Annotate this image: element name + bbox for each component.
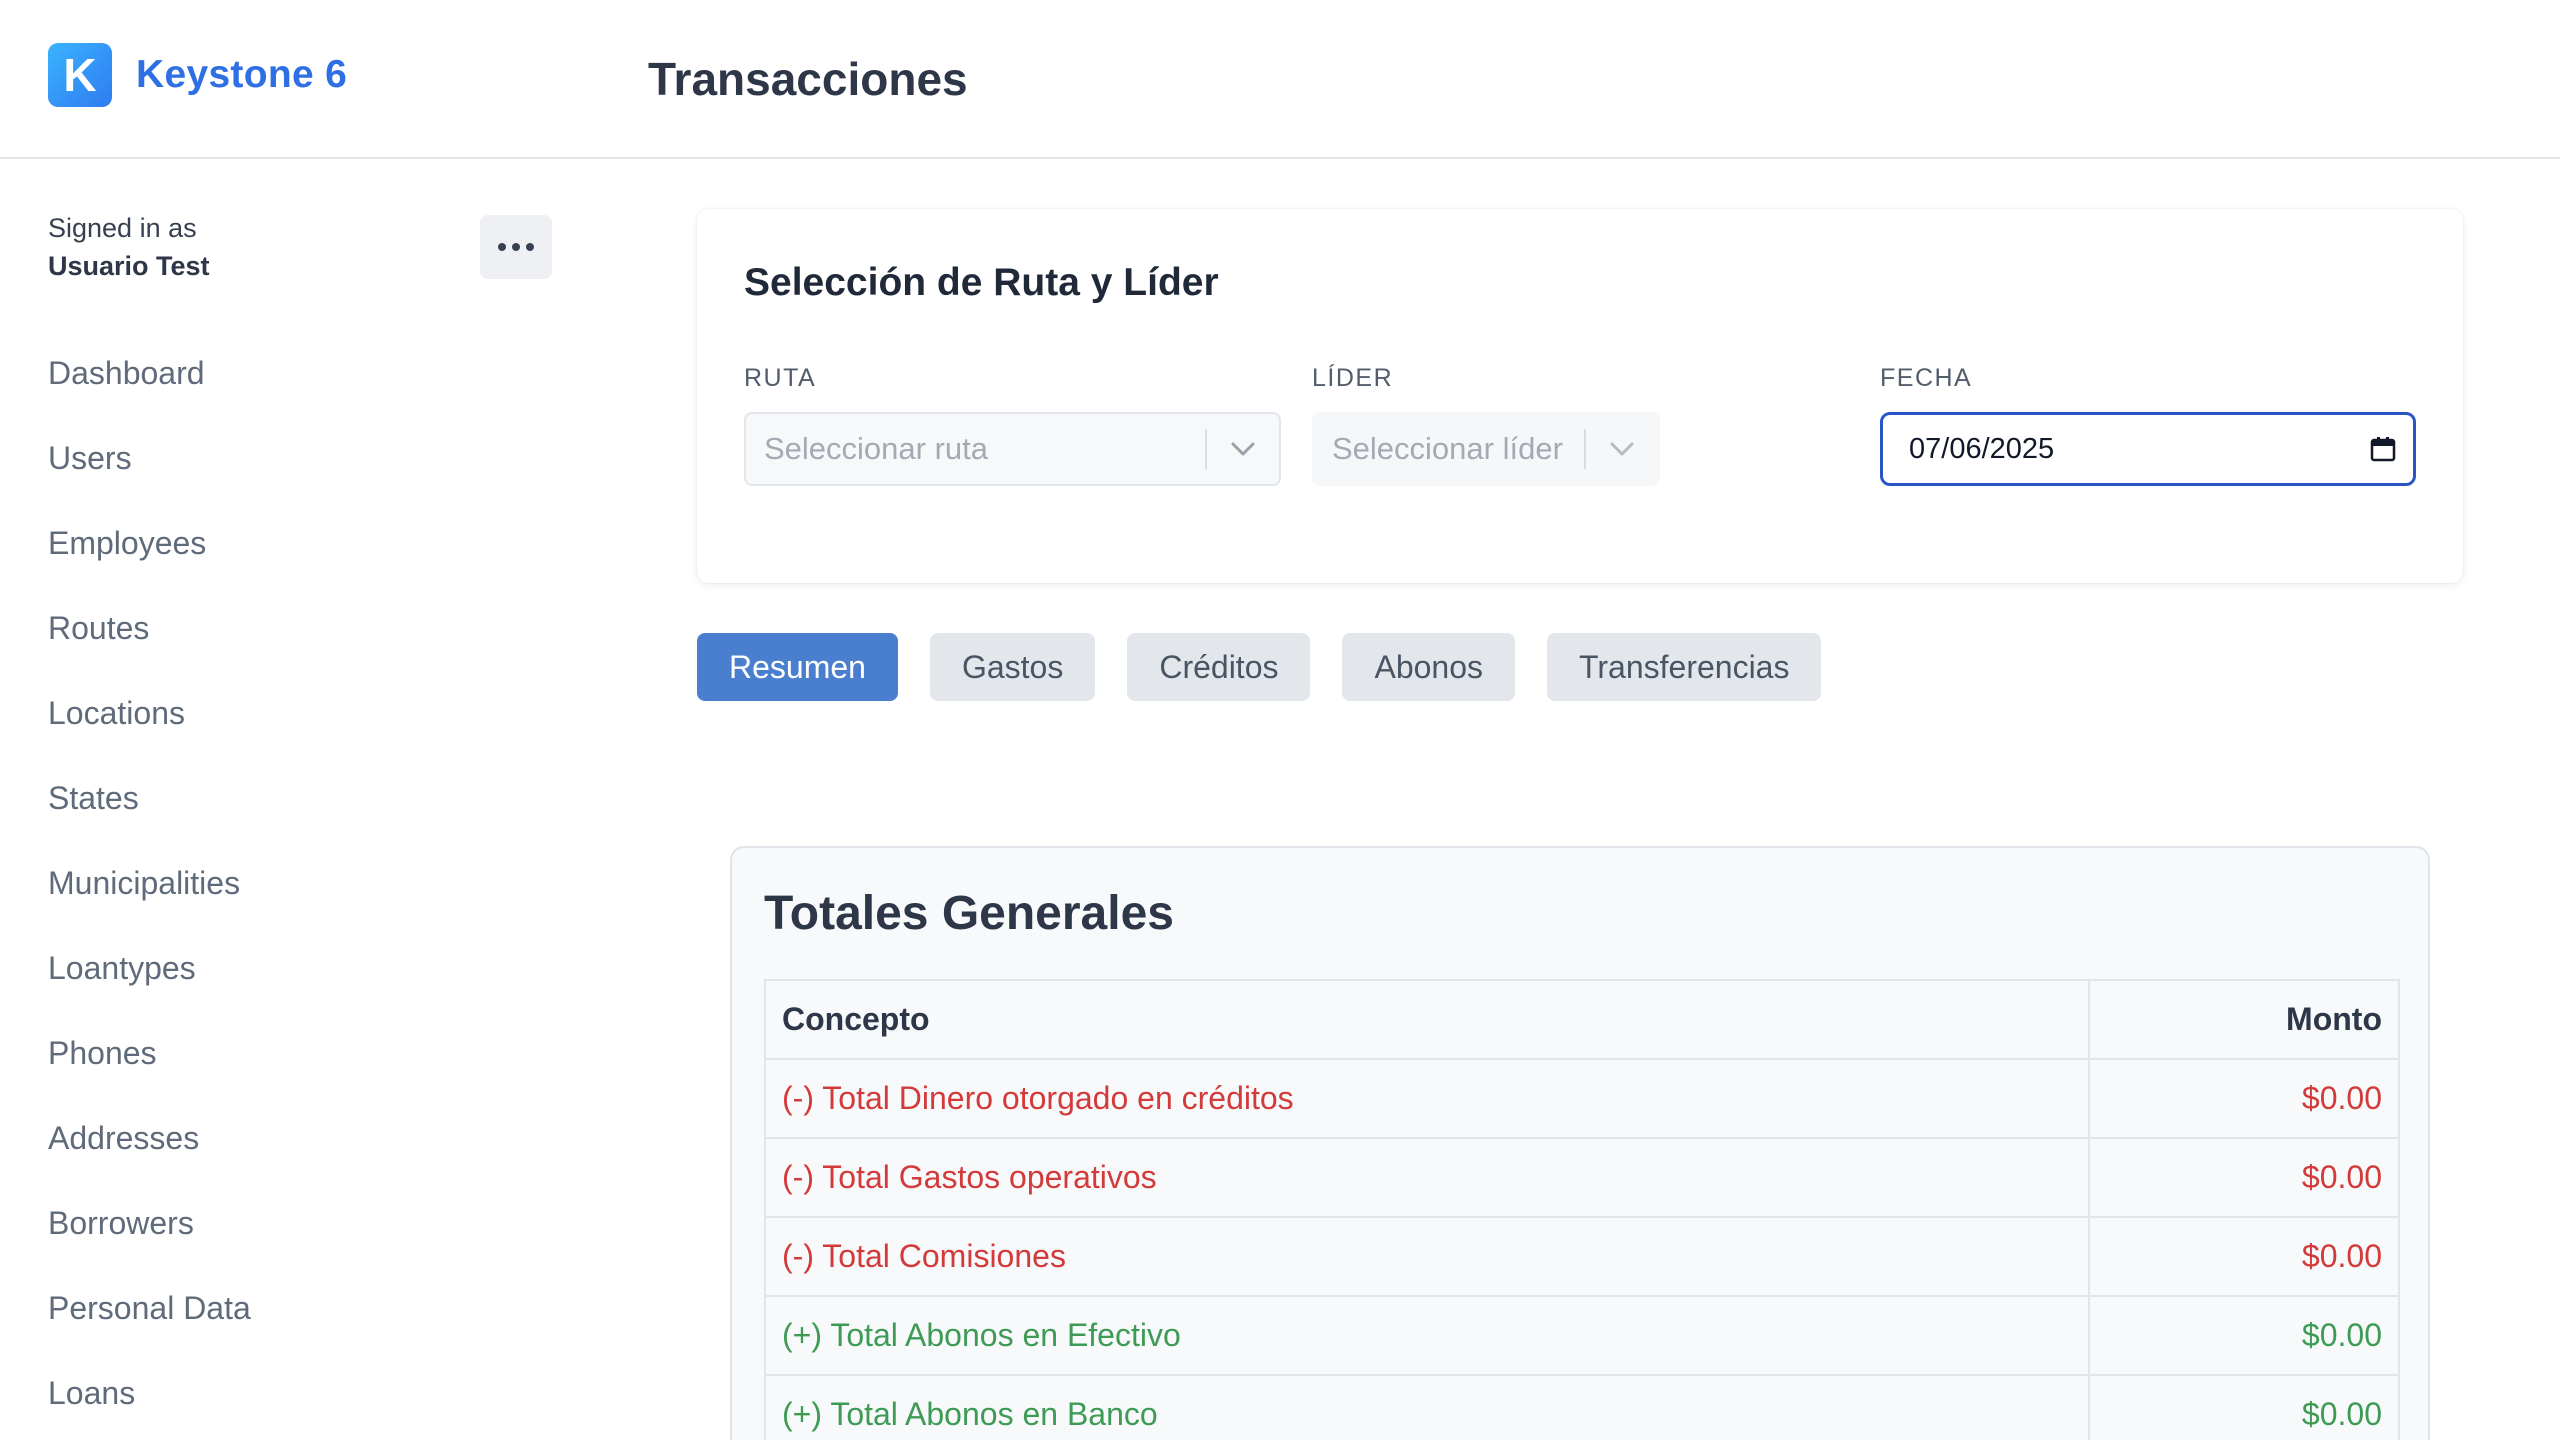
transaction-tabs: Resumen Gastos Créditos Abonos Transfere…	[697, 633, 1853, 701]
leader-select[interactable]: Seleccionar líder	[1312, 412, 1660, 486]
more-icon-dot	[526, 243, 534, 251]
calendar-icon[interactable]	[2353, 436, 2413, 462]
table-row: (-) Total Comisiones $0.00	[764, 1216, 2400, 1297]
tab-gastos[interactable]: Gastos	[929, 633, 1096, 701]
sidebar-item-loans[interactable]: Loans	[48, 1351, 251, 1436]
sidebar-nav-entry: Dashboard	[48, 331, 251, 416]
totals-panel: Totales Generales Concepto Monto (-) Tot…	[730, 846, 2430, 1440]
totals-table: Concepto Monto (-) Total Dinero otorgado…	[764, 979, 2400, 1440]
more-icon-dot	[512, 243, 520, 251]
sidebar-nav-entry: Loans	[48, 1351, 251, 1436]
row-amount: $0.00	[2088, 1374, 2400, 1440]
table-row: (+) Total Abonos en Efectivo $0.00	[764, 1295, 2400, 1376]
row-amount: $0.00	[2088, 1216, 2400, 1297]
row-amount: $0.00	[2088, 1295, 2400, 1376]
row-concept: (+) Total Abonos en Efectivo	[764, 1295, 2090, 1376]
table-header-row: Concepto Monto	[764, 979, 2400, 1060]
sidebar-nav-entry: Users	[48, 416, 251, 501]
selection-card-title: Selección de Ruta y Líder	[744, 261, 1219, 304]
sidebar-nav: Dashboard Users Employees Routes Locatio…	[48, 331, 251, 1436]
brand-link[interactable]: K Keystone 6	[48, 43, 347, 107]
sidebar-nav-entry: Loantypes	[48, 926, 251, 1011]
date-label: FECHA	[1880, 364, 1973, 392]
row-amount: $0.00	[2088, 1137, 2400, 1218]
sidebar-nav-entry: Phones	[48, 1011, 251, 1096]
sidebar-nav-entry: Routes	[48, 586, 251, 671]
totals-title: Totales Generales	[764, 887, 1174, 940]
signed-in-info: Signed in as Usuario Test	[48, 209, 210, 285]
tab-creditos[interactable]: Créditos	[1127, 633, 1311, 701]
sidebar-item-states[interactable]: States	[48, 756, 251, 841]
chevron-down-icon[interactable]	[1586, 441, 1658, 457]
more-icon	[498, 243, 506, 251]
sidebar-item-phones[interactable]: Phones	[48, 1011, 251, 1096]
leader-label: LÍDER	[1312, 364, 1394, 392]
table-row: (+) Total Abonos en Banco $0.00	[764, 1374, 2400, 1440]
signed-in-user: Usuario Test	[48, 251, 210, 281]
sidebar-item-dashboard[interactable]: Dashboard	[48, 331, 251, 416]
tab-abonos[interactable]: Abonos	[1342, 633, 1516, 701]
row-concept: (-) Total Dinero otorgado en créditos	[764, 1058, 2090, 1139]
chevron-down-icon[interactable]	[1207, 441, 1279, 457]
sidebar-item-loantypes[interactable]: Loantypes	[48, 926, 251, 1011]
date-value: 07/06/2025	[1909, 432, 2055, 465]
top-header: K Keystone 6 Transacciones	[0, 0, 2560, 159]
sidebar-item-users[interactable]: Users	[48, 416, 251, 501]
sidebar-item-personal-data[interactable]: Personal Data	[48, 1266, 251, 1351]
route-select-placeholder: Seleccionar ruta	[764, 431, 989, 466]
app-root: K Keystone 6 Transacciones Signed in as …	[0, 0, 2560, 1440]
app-name: Keystone 6	[136, 53, 348, 96]
sidebar-nav-entry: Municipalities	[48, 841, 251, 926]
row-concept: (-) Total Gastos operativos	[764, 1137, 2090, 1218]
page-title: Transacciones	[648, 53, 968, 105]
column-header-concept: Concepto	[764, 979, 2090, 1060]
sidebar-item-locations[interactable]: Locations	[48, 671, 251, 756]
sidebar-nav-entry: States	[48, 756, 251, 841]
table-row: (-) Total Dinero otorgado en créditos $0…	[764, 1058, 2400, 1139]
sidebar-nav-entry: Employees	[48, 501, 251, 586]
sidebar-item-municipalities[interactable]: Municipalities	[48, 841, 251, 926]
column-header-amount: Monto	[2088, 979, 2400, 1060]
leader-select-placeholder: Seleccionar líder	[1332, 431, 1563, 466]
sidebar-item-employees[interactable]: Employees	[48, 501, 251, 586]
sidebar: Signed in as Usuario Test Dashboard User…	[0, 161, 600, 1440]
user-menu-button[interactable]	[480, 215, 552, 279]
sidebar-nav-entry: Personal Data	[48, 1266, 251, 1351]
sidebar-item-addresses[interactable]: Addresses	[48, 1096, 251, 1181]
signed-in-label: Signed in as	[48, 213, 197, 243]
tab-transferencias[interactable]: Transferencias	[1547, 633, 1822, 701]
sidebar-nav-entry: Addresses	[48, 1096, 251, 1181]
sidebar-item-borrowers[interactable]: Borrowers	[48, 1181, 251, 1266]
route-label: RUTA	[744, 364, 817, 392]
row-concept: (-) Total Comisiones	[764, 1216, 2090, 1297]
tab-resumen[interactable]: Resumen	[697, 633, 898, 701]
sidebar-item-routes[interactable]: Routes	[48, 586, 251, 671]
keystone-logo-icon: K	[48, 43, 112, 107]
date-input[interactable]: 07/06/2025	[1880, 412, 2416, 486]
row-concept: (+) Total Abonos en Banco	[764, 1374, 2090, 1440]
logo-letter: K	[63, 49, 97, 101]
route-select[interactable]: Seleccionar ruta	[744, 412, 1281, 486]
row-amount: $0.00	[2088, 1058, 2400, 1139]
table-row: (-) Total Gastos operativos $0.00	[764, 1137, 2400, 1218]
sidebar-nav-entry: Locations	[48, 671, 251, 756]
sidebar-nav-entry: Borrowers	[48, 1181, 251, 1266]
route-leader-selection-card: Selección de Ruta y Líder RUTA Seleccion…	[697, 209, 2463, 583]
